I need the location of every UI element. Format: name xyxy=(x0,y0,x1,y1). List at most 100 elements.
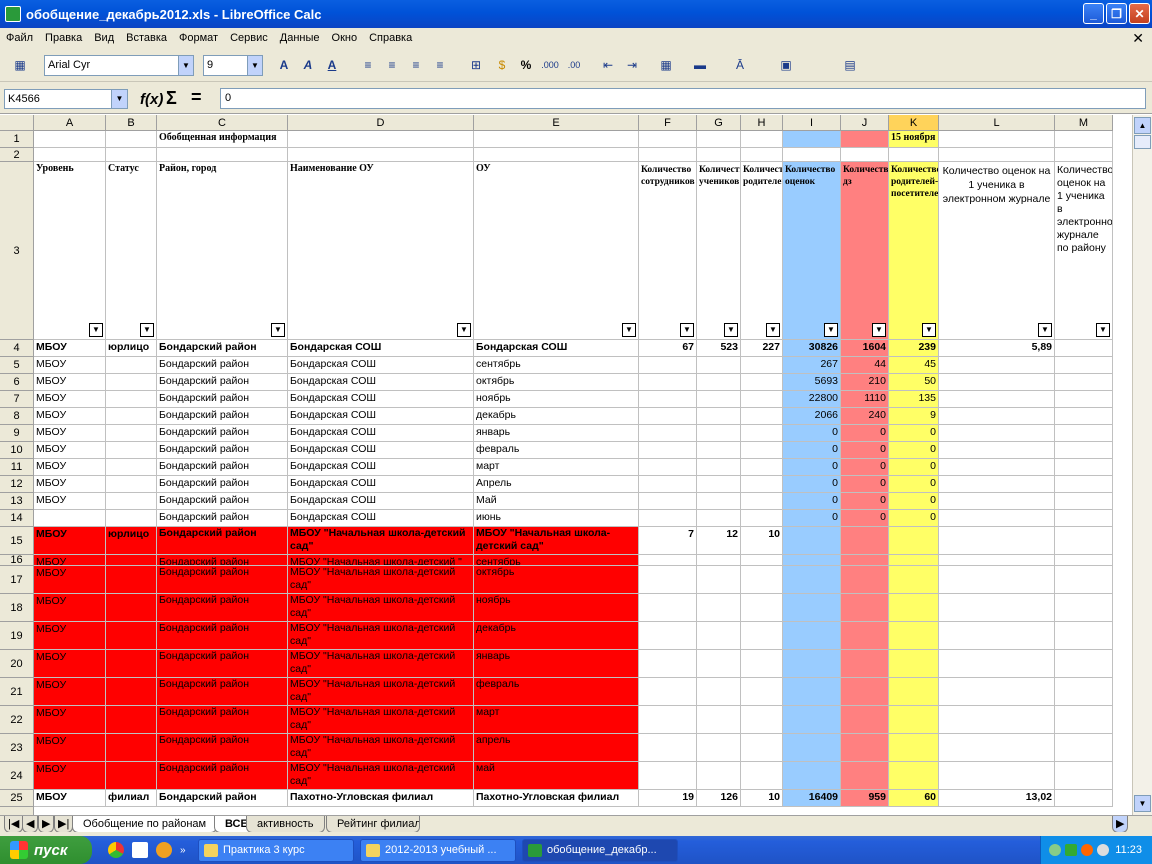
autofilter-dropdown-icon[interactable]: ▼ xyxy=(622,323,636,337)
cell-d9[interactable]: Бондарская СОШ xyxy=(288,425,474,442)
cell-j25[interactable]: 959 xyxy=(841,790,889,807)
cell-h23[interactable] xyxy=(741,734,783,762)
cell-f16[interactable] xyxy=(639,555,697,566)
cell-h4[interactable]: 227 xyxy=(741,340,783,357)
cell-b5[interactable] xyxy=(106,357,157,374)
cell-d16[interactable]: МБОУ "Начальная школа-детский " xyxy=(288,555,474,566)
cell-k14[interactable]: 0 xyxy=(889,510,939,527)
row-header-8[interactable]: 8 xyxy=(0,408,34,425)
cell-e18[interactable]: ноябрь xyxy=(474,594,639,622)
cell-j15[interactable] xyxy=(841,527,889,555)
merge-cells-icon[interactable]: ⊞ xyxy=(466,55,486,75)
cell-f5[interactable] xyxy=(639,357,697,374)
cell-b6[interactable] xyxy=(106,374,157,391)
cell-c5[interactable]: Бондарский район xyxy=(157,357,288,374)
cell-e22[interactable]: март xyxy=(474,706,639,734)
cell-a6[interactable]: МБОУ xyxy=(34,374,106,391)
tab-nav-first-icon[interactable]: |◀ xyxy=(4,816,24,833)
cell-c25[interactable]: Бондарский район xyxy=(157,790,288,807)
cell-e23[interactable]: апрель xyxy=(474,734,639,762)
cell-h14[interactable] xyxy=(741,510,783,527)
column-header-k[interactable]: K xyxy=(889,115,939,131)
cell-l20[interactable] xyxy=(939,650,1055,678)
cell-m18[interactable] xyxy=(1055,594,1113,622)
cell-b20[interactable] xyxy=(106,650,157,678)
scroll-up-icon[interactable]: ▲ xyxy=(1134,117,1151,134)
cell-e17[interactable]: октябрь xyxy=(474,566,639,594)
cell-k10[interactable]: 0 xyxy=(889,442,939,459)
cell-a18[interactable]: МБОУ xyxy=(34,594,106,622)
cell-j18[interactable] xyxy=(841,594,889,622)
cell-b9[interactable] xyxy=(106,425,157,442)
cell-b25[interactable]: филиал xyxy=(106,790,157,807)
cell-g18[interactable] xyxy=(697,594,741,622)
tab-reiting[interactable]: Рейтинг филиалов xyxy=(326,816,420,833)
column-header-b[interactable]: B xyxy=(106,115,157,131)
row-header-17[interactable]: 17 xyxy=(0,566,34,594)
cell-i8[interactable]: 2066 xyxy=(783,408,841,425)
cell-a11[interactable]: МБОУ xyxy=(34,459,106,476)
cell-g4[interactable]: 523 xyxy=(697,340,741,357)
cell-j8[interactable]: 240 xyxy=(841,408,889,425)
cell-d11[interactable]: Бондарская СОШ xyxy=(288,459,474,476)
bold-icon[interactable]: A xyxy=(274,55,294,75)
cell-c17[interactable]: Бондарский район xyxy=(157,566,288,594)
cell-l22[interactable] xyxy=(939,706,1055,734)
row-header-25[interactable]: 25 xyxy=(0,790,34,807)
cell-l6[interactable] xyxy=(939,374,1055,391)
name-box[interactable]: K4566 ▼ xyxy=(4,89,128,109)
autofilter-dropdown-icon[interactable]: ▼ xyxy=(872,323,886,337)
scroll-down-icon[interactable]: ▼ xyxy=(1134,795,1151,812)
cell-m16[interactable] xyxy=(1055,555,1113,566)
cell-k9[interactable]: 0 xyxy=(889,425,939,442)
cell-h12[interactable] xyxy=(741,476,783,493)
cell-m1[interactable] xyxy=(1055,131,1113,148)
cell-k15[interactable] xyxy=(889,527,939,555)
cell-i19[interactable] xyxy=(783,622,841,650)
cell-d4[interactable]: Бондарская СОШ xyxy=(288,340,474,357)
cell-h9[interactable] xyxy=(741,425,783,442)
column-header-e[interactable]: E xyxy=(474,115,639,131)
cell-i18[interactable] xyxy=(783,594,841,622)
cell-g1[interactable] xyxy=(697,131,741,148)
row-header-26[interactable] xyxy=(0,807,34,815)
cell-a15[interactable]: МБОУ xyxy=(34,527,106,555)
cell-l24[interactable] xyxy=(939,762,1055,790)
cell-k17[interactable] xyxy=(889,566,939,594)
borders-icon[interactable]: ▦ xyxy=(656,55,676,75)
cell-i17[interactable] xyxy=(783,566,841,594)
cell-c23[interactable]: Бондарский район xyxy=(157,734,288,762)
task-praktika[interactable]: Практика 3 курс xyxy=(198,839,354,862)
autofilter-dropdown-icon[interactable]: ▼ xyxy=(271,323,285,337)
row-header-15[interactable]: 15 xyxy=(0,527,34,555)
indent-decrease-icon[interactable]: ⇤ xyxy=(598,55,618,75)
cell-e14[interactable]: июнь xyxy=(474,510,639,527)
cell-j11[interactable]: 0 xyxy=(841,459,889,476)
row-header-21[interactable]: 21 xyxy=(0,678,34,706)
cell-l7[interactable] xyxy=(939,391,1055,408)
cell-i23[interactable] xyxy=(783,734,841,762)
cell-m12[interactable] xyxy=(1055,476,1113,493)
cell-k23[interactable] xyxy=(889,734,939,762)
spreadsheet-grid[interactable]: A B C D E F G H I J K L M 1 Обобщенная информация 15 но… xyxy=(0,115,1132,815)
cell-k16[interactable] xyxy=(889,555,939,566)
cell-b18[interactable] xyxy=(106,594,157,622)
cell-k25[interactable]: 60 xyxy=(889,790,939,807)
cell-f1[interactable] xyxy=(639,131,697,148)
cell-k18[interactable] xyxy=(889,594,939,622)
volume-icon[interactable] xyxy=(1097,844,1110,856)
cell-g9[interactable] xyxy=(697,425,741,442)
quicklaunch-icon[interactable] xyxy=(156,842,172,858)
cell-c7[interactable]: Бондарский район xyxy=(157,391,288,408)
cell-e9[interactable]: январь xyxy=(474,425,639,442)
cell-k20[interactable] xyxy=(889,650,939,678)
cell-e16[interactable]: сентябрь xyxy=(474,555,639,566)
cell-b21[interactable] xyxy=(106,678,157,706)
cell-l12[interactable] xyxy=(939,476,1055,493)
cell-j12[interactable]: 0 xyxy=(841,476,889,493)
cell-a24[interactable]: МБОУ xyxy=(34,762,106,790)
grid-corner[interactable] xyxy=(0,115,34,131)
quicklaunch-expand-icon[interactable]: » xyxy=(180,845,186,856)
cell-h24[interactable] xyxy=(741,762,783,790)
chevron-down-icon[interactable]: ▼ xyxy=(178,56,193,75)
